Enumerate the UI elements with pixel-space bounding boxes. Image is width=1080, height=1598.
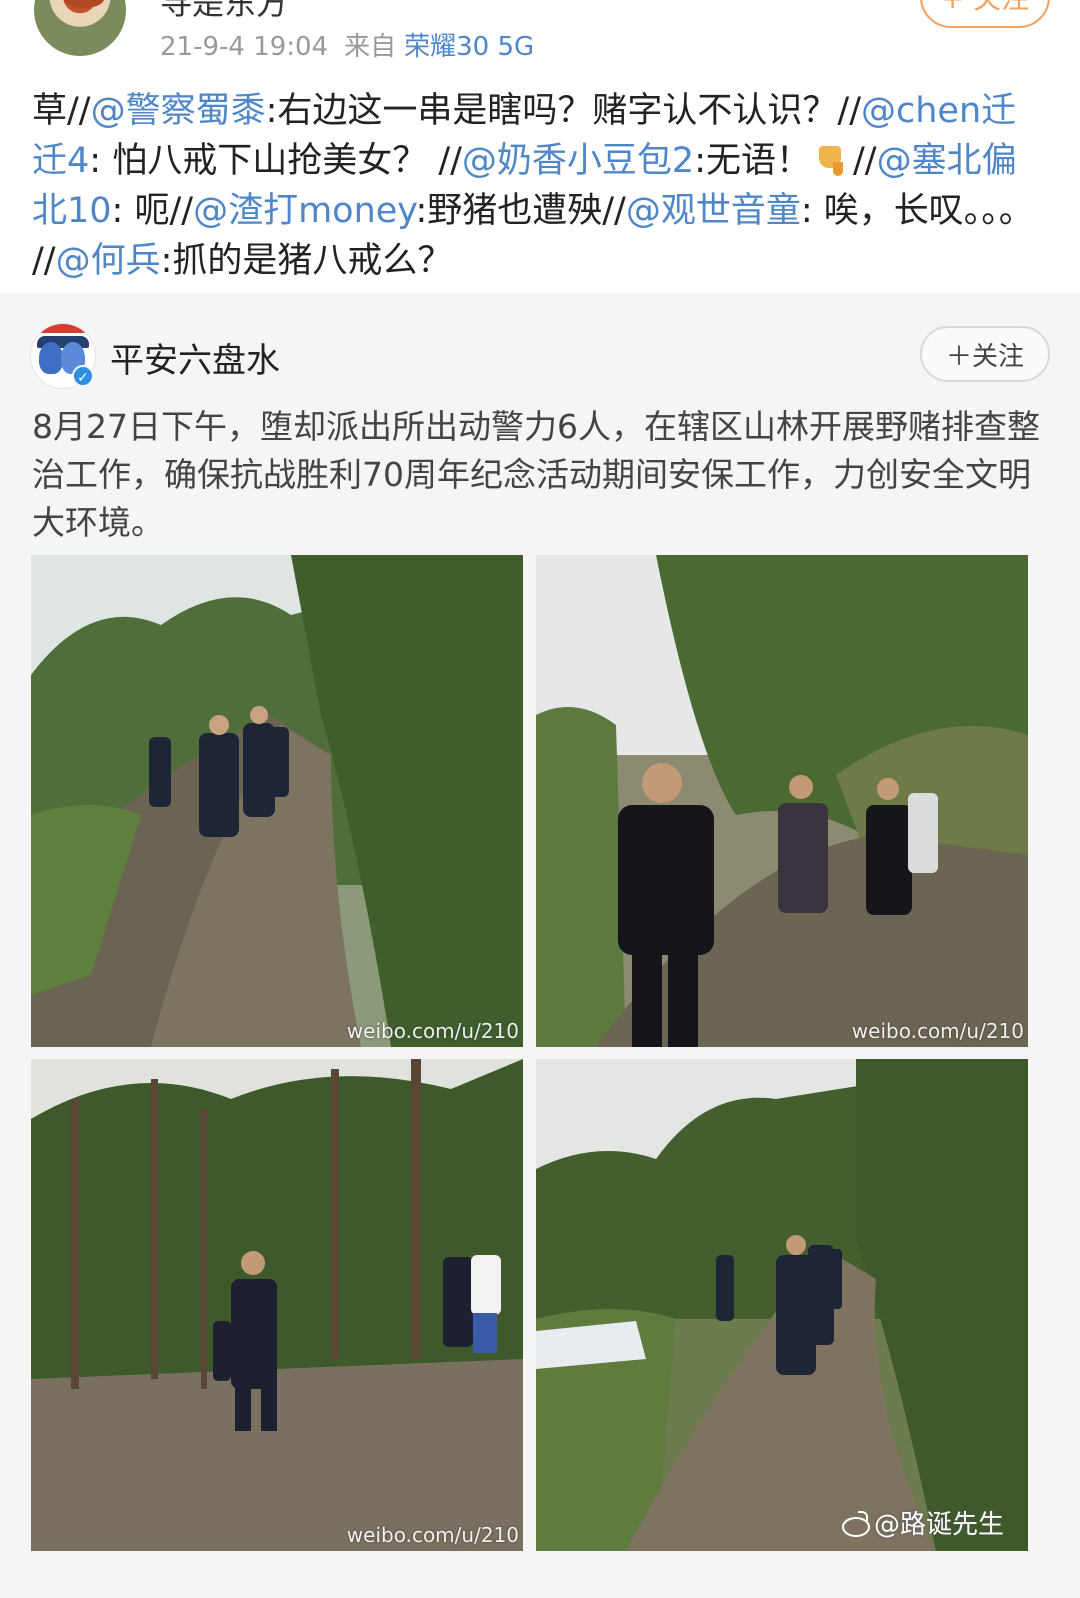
post-photo-4[interactable]: @路诞先生 xyxy=(536,1059,1028,1551)
mention-link[interactable]: @渣打money xyxy=(193,191,415,231)
comment-text: 草// xyxy=(32,91,91,131)
thumbs-down-icon xyxy=(815,144,849,176)
comment-text: :右边这一串是瞎吗？赌字认不认识？// xyxy=(265,91,861,131)
author-credit: @路诞先生 xyxy=(840,1504,1004,1541)
follow-button[interactable]: + 关注 xyxy=(920,0,1050,28)
post-photo-1[interactable]: weibo.com/u/210 xyxy=(31,555,523,1047)
original-username[interactable]: 平安六盘水 xyxy=(110,333,280,382)
original-post-text: 8月27日下午，堕却派出所出动警力6人，在辖区山林开展野赌排查整治工作，确保抗战… xyxy=(32,407,1040,542)
mention-link[interactable]: @何兵 xyxy=(56,241,161,281)
mention-link[interactable]: @观世音童 xyxy=(626,191,801,231)
repost-header: 寻是东方 21-9-4 19:04 来自荣耀30 5G + 关注 xyxy=(0,0,1080,80)
weibo-icon xyxy=(840,1510,870,1537)
post-time: 21-9-4 19:04 xyxy=(160,32,329,62)
mention-link[interactable]: @警察蜀黍 xyxy=(91,91,266,131)
original-post-card[interactable]: ✓ 平安六盘水 ＋关注 8月27日下午，堕却派出所出动警力6人，在辖区山林开展野… xyxy=(0,293,1080,1598)
comment-text: : 呃// xyxy=(111,191,194,231)
comment-text: : 怕八戒下山抢美女？ // xyxy=(89,141,462,181)
post-photo-2[interactable]: weibo.com/u/210 xyxy=(536,555,1028,1047)
post-photo-3[interactable]: weibo.com/u/210 xyxy=(31,1059,523,1551)
follow-original-button[interactable]: ＋关注 xyxy=(920,326,1050,382)
photo-watermark: weibo.com/u/210 xyxy=(851,1019,1024,1043)
comment-text: // xyxy=(853,141,877,181)
source-prefix: 来自 xyxy=(344,32,397,62)
post-meta: 21-9-4 19:04 来自 荣耀30 5G xyxy=(160,26,534,63)
comment-text: :无语！ xyxy=(694,141,811,181)
credit-text: @路诞先生 xyxy=(873,1510,1004,1540)
verified-icon: ✓ xyxy=(72,365,94,387)
photo-watermark: weibo.com/u/210 xyxy=(346,1019,519,1043)
repost-username[interactable]: 寻是东方 xyxy=(160,0,288,24)
device-link[interactable]: 荣耀30 5G xyxy=(404,32,534,62)
user-avatar[interactable] xyxy=(34,0,126,56)
photo-watermark: weibo.com/u/210 xyxy=(346,1523,519,1547)
repost-comment: 草//@警察蜀黍:右边这一串是瞎吗？赌字认不认识？//@chen迁迁4: 怕八戒… xyxy=(32,86,1037,286)
comment-text: :抓的是猪八戒么？ xyxy=(160,241,453,281)
mention-link[interactable]: @奶香小豆包2 xyxy=(462,141,694,181)
comment-text: :野猪也遭殃// xyxy=(415,191,626,231)
